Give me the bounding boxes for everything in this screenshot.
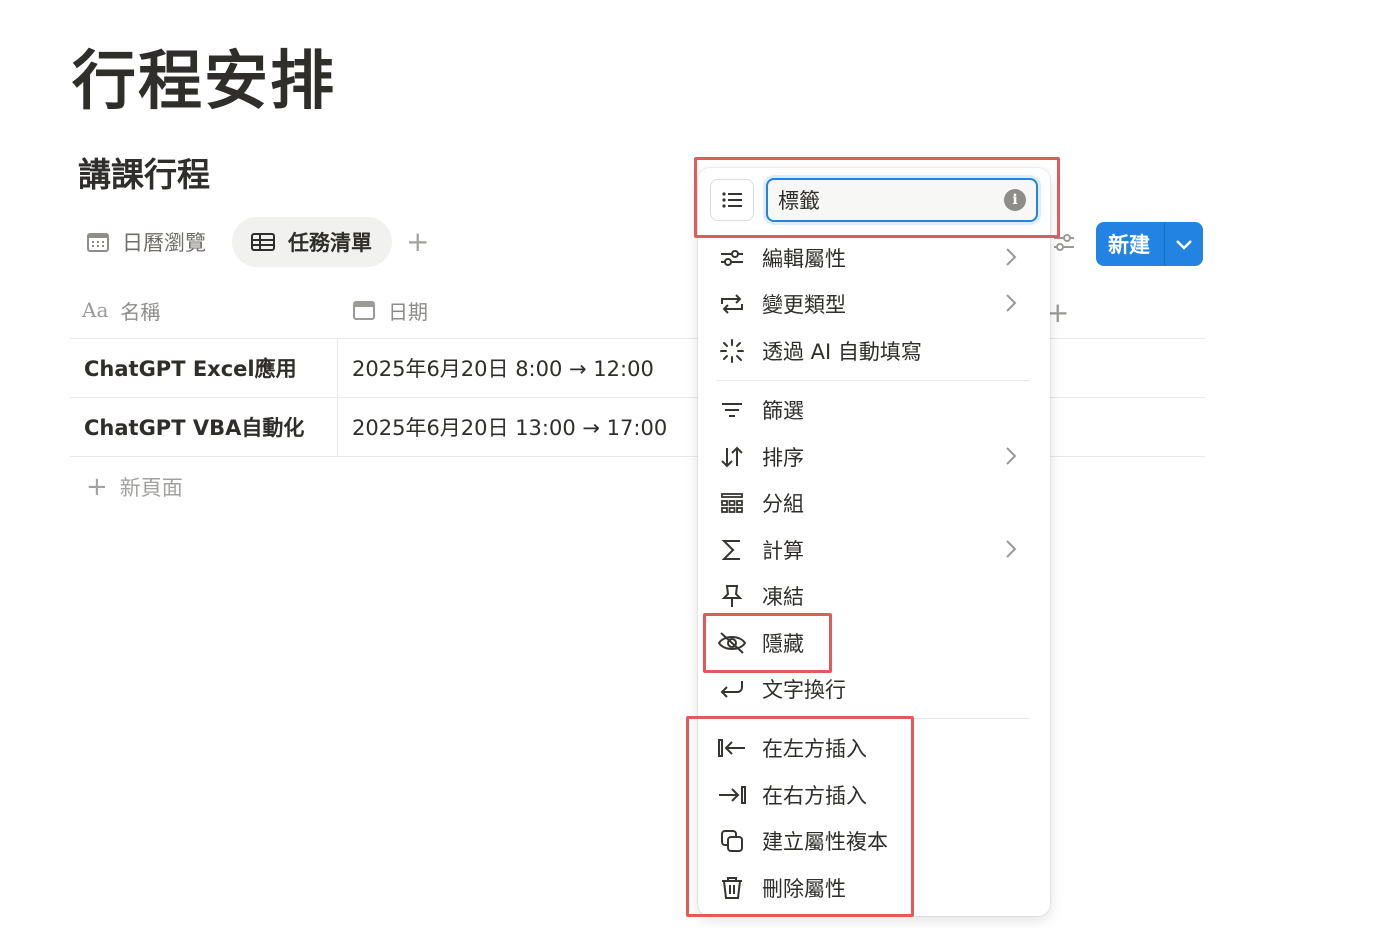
tab-label: 任務清單 [288,231,372,255]
page-title: 行程安排 [72,45,336,119]
calendar-icon [353,301,375,320]
tab-label: 日曆瀏覽 [122,231,206,255]
sliders-icon [716,242,748,274]
tab-calendar-view[interactable]: 日曆瀏覽 [80,217,224,267]
new-button[interactable]: 新建 [1096,222,1165,266]
column-header-date[interactable]: 日期 [338,296,428,325]
menu-item-label: 排序 [762,446,804,470]
pin-icon [716,580,748,612]
chevron-down-icon [1176,240,1192,250]
menu-item-label: 分組 [762,492,804,516]
menu-item-group[interactable]: 分組 [716,483,1036,523]
database-title[interactable]: 講課行程 [78,148,210,196]
calendar-icon [87,233,109,252]
menu-item-freeze[interactable]: 凍結 [716,576,1036,616]
filter-icon [716,394,748,426]
menu-item-ai-autofill[interactable]: 透過 AI 自動填寫 [716,331,1036,371]
view-tabs: 日曆瀏覽 任務清單 + [80,216,429,268]
chevron-right-icon [1006,447,1017,465]
menu-item-edit-property[interactable]: 編輯屬性 [716,238,1036,278]
menu-item-change-type[interactable]: 變更類型 [716,284,1036,324]
sparkle-icon [716,335,748,367]
menu-item-wrap-text[interactable]: 文字換行 [716,669,1036,709]
sigma-icon [716,534,748,566]
column-header-name[interactable]: Aa 名稱 [70,296,338,325]
menu-item-label: 編輯屬性 [762,247,846,271]
new-page-button[interactable]: + 新頁面 [86,472,183,502]
add-view-icon[interactable]: + [406,228,429,256]
cell-name[interactable]: ChatGPT Excel應用 [70,339,338,397]
cell-date[interactable]: 2025年6月20日 13:00 → 17:00 [338,412,667,442]
highlight-box-insert-actions [686,716,914,917]
new-page-label: 新頁面 [119,476,183,500]
sort-icon [716,441,748,473]
table-icon [251,233,275,251]
cell-date[interactable]: 2025年6月20日 8:00 → 12:00 [338,353,654,383]
chevron-right-icon [1006,294,1017,312]
menu-item-sort[interactable]: 排序 [716,437,1036,477]
chevron-right-icon [1006,248,1017,266]
menu-item-filter[interactable]: 篩選 [716,390,1036,430]
new-button-group: 新建 [1096,222,1203,266]
menu-item-label: 計算 [762,539,804,563]
group-icon [716,487,748,519]
menu-item-label: 凍結 [762,585,804,609]
new-dropdown-button[interactable] [1165,222,1203,266]
swap-icon [716,288,748,320]
highlight-box-hide [703,613,832,673]
menu-item-label: 文字換行 [762,678,846,702]
menu-item-label: 透過 AI 自動填寫 [762,340,922,364]
menu-item-calculate[interactable]: 計算 [716,530,1036,570]
text-aa-icon: Aa [82,298,109,322]
tab-task-list[interactable]: 任務清單 [232,217,392,267]
menu-separator [716,380,1030,381]
chevron-right-icon [1006,540,1017,558]
plus-icon: + [86,472,108,502]
column-label: 名稱 [120,299,161,324]
menu-item-label: 變更類型 [762,293,846,317]
column-label: 日期 [388,299,428,324]
menu-item-label: 篩選 [762,399,804,423]
highlight-box-header [694,157,1060,238]
cell-name[interactable]: ChatGPT VBA自動化 [70,398,338,456]
wrap-icon [716,673,748,705]
